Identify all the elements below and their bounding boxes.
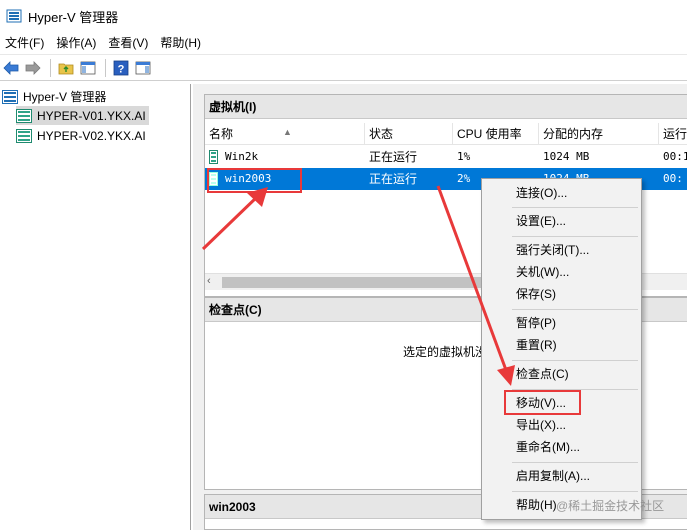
menu-item-rename[interactable]: 重命名(M)... xyxy=(483,436,640,458)
vm-uptime: 00:1 xyxy=(663,150,687,163)
toolbar-separator xyxy=(50,58,51,77)
scroll-left-icon[interactable]: ‹ xyxy=(207,275,211,287)
toolbar: ? xyxy=(0,54,687,81)
menu-item-checkpoint[interactable]: 检查点(C) xyxy=(483,363,640,385)
forward-icon[interactable] xyxy=(23,58,43,78)
menu-separator xyxy=(512,462,638,463)
vm-cpu: 1% xyxy=(457,150,471,163)
highlight-box-vm xyxy=(207,168,302,193)
svg-text:?: ? xyxy=(118,63,125,75)
hyper-v-manager-icon xyxy=(2,89,18,104)
menu-item-save[interactable]: 保存(S) xyxy=(483,283,640,305)
menu-help[interactable]: 帮助(H) xyxy=(155,32,208,54)
menu-separator xyxy=(512,309,638,310)
tree-root-hyper-v-manager[interactable]: Hyper-V 管理器 xyxy=(2,87,106,106)
show-hide-tree-icon[interactable] xyxy=(78,58,98,78)
menu-item-turn-off[interactable]: 强行关闭(T)... xyxy=(483,239,640,261)
vm-uptime: 00: xyxy=(663,172,683,185)
tree-root-label: Hyper-V 管理器 xyxy=(23,90,107,104)
menu-separator xyxy=(512,360,638,361)
vm-icon xyxy=(209,150,218,164)
menu-item-export[interactable]: 导出(X)... xyxy=(483,414,640,436)
menu-separator xyxy=(512,207,638,208)
menu-item-pause[interactable]: 暂停(P) xyxy=(483,312,640,334)
highlight-box-move xyxy=(504,390,581,415)
menu-item-shutdown[interactable]: 关机(W)... xyxy=(483,261,640,283)
checkpoint-empty-message: 选定的虚拟机没 xyxy=(403,345,488,359)
vm-name: Win2k xyxy=(225,150,259,163)
sort-ascending-icon: ▲ xyxy=(283,127,292,137)
menu-item-enable-replication[interactable]: 启用复制(A)... xyxy=(483,465,640,487)
column-header-name[interactable]: 名称 ▲ xyxy=(205,123,365,145)
hyper-v-app-icon xyxy=(6,9,22,23)
column-name-label: 名称 xyxy=(209,127,234,141)
vm-memory: 1024 MB xyxy=(543,150,590,163)
column-header-state[interactable]: 状态 xyxy=(365,123,453,145)
action-pane-icon[interactable] xyxy=(133,58,153,78)
tree-server-label: HYPER-V02.YKX.AI xyxy=(37,128,146,143)
server-icon xyxy=(16,108,32,123)
panel-title-vms: 虚拟机(I) xyxy=(205,95,687,119)
toolbar-separator xyxy=(105,58,106,77)
tree-server-hyper-v01[interactable]: HYPER-V01.YKX.AI xyxy=(16,106,149,125)
menu-bar: 文件(F) 操作(A) 查看(V) 帮助(H) xyxy=(0,32,687,54)
back-icon[interactable] xyxy=(1,58,21,78)
context-menu: 连接(O)... 设置(E)... 强行关闭(T)... 关机(W)... 保存… xyxy=(481,178,642,520)
tree-server-hyper-v02[interactable]: HYPER-V02.YKX.AI xyxy=(16,126,146,145)
vm-state: 正在运行 xyxy=(369,150,418,164)
menu-separator xyxy=(512,236,638,237)
column-header-cpu[interactable]: CPU 使用率 xyxy=(453,123,539,145)
column-header-uptime[interactable]: 运行 xyxy=(659,123,687,145)
watermark: @稀土掘金技术社区 xyxy=(556,499,665,513)
menu-separator xyxy=(512,491,638,492)
scrollbar-thumb[interactable] xyxy=(222,277,512,288)
menu-item-connect[interactable]: 连接(O)... xyxy=(483,182,640,204)
navigation-tree: Hyper-V 管理器 HYPER-V01.YKX.AI HYPER-V02.Y… xyxy=(0,84,191,530)
vm-table-header: 名称 ▲ 状态 CPU 使用率 分配的内存 运行 xyxy=(205,123,687,145)
column-header-memory[interactable]: 分配的内存 xyxy=(539,123,659,145)
server-icon xyxy=(16,128,32,143)
tree-server-label: HYPER-V01.YKX.AI xyxy=(37,108,146,123)
vm-state: 正在运行 xyxy=(369,172,418,186)
window-title: Hyper-V 管理器 xyxy=(28,9,119,25)
vm-row-win2k[interactable]: Win2k 正在运行 1% 1024 MB 00:1 xyxy=(205,146,687,168)
folder-up-icon[interactable] xyxy=(56,58,76,78)
menu-item-reset[interactable]: 重置(R) xyxy=(483,334,640,356)
menu-action[interactable]: 操作(A) xyxy=(51,32,103,54)
help-icon[interactable]: ? xyxy=(111,58,131,78)
menu-view[interactable]: 查看(V) xyxy=(103,32,155,54)
title-bar: Hyper-V 管理器 xyxy=(0,0,687,32)
menu-item-settings[interactable]: 设置(E)... xyxy=(483,210,640,232)
menu-file[interactable]: 文件(F) xyxy=(0,32,51,54)
